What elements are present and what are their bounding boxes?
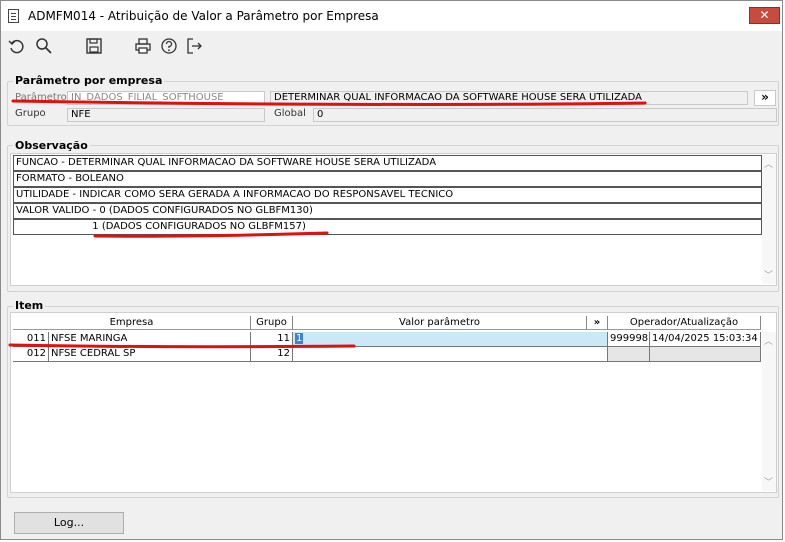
close-button[interactable]: ✕ <box>749 7 780 24</box>
descricao-field: DETERMINAR QUAL INFORMACAO DA SOFTWARE H… <box>270 91 748 105</box>
observacao-line: FORMATO - BOLEANO <box>13 171 762 187</box>
table-cell-empresa[interactable]: NFSE CEDRAL SP <box>49 347 251 362</box>
log-button[interactable]: Log... <box>14 512 124 534</box>
document-icon <box>8 9 19 23</box>
table-cell-empresa[interactable]: NFSE MARINGA <box>49 332 251 347</box>
scroll-up-icon[interactable]: ︿ <box>764 157 773 170</box>
undo-icon[interactable] <box>6 35 28 57</box>
item-scrollbar[interactable]: ︿ ﹀ <box>762 332 776 491</box>
table-cell-operador: 999998 <box>608 332 650 347</box>
toolbar <box>1 31 782 63</box>
valor-input-selected-text[interactable]: 1 <box>295 333 304 344</box>
item-grid: Empresa Grupo Valor parâmetro » Operador… <box>10 312 777 493</box>
column-header-operador[interactable]: Operador/Atualização <box>608 316 761 330</box>
table-cell-valor[interactable] <box>293 347 608 362</box>
window-title: ADMFM014 - Atribuição de Valor a Parâmet… <box>28 9 379 23</box>
table-cell-valor[interactable]: 1 <box>293 332 608 347</box>
global-field: 0 <box>313 108 777 122</box>
table-cell-grupo[interactable]: 12 <box>251 347 293 362</box>
item-group-label: Item <box>13 299 46 312</box>
column-header-valor[interactable]: Valor parâmetro <box>293 316 587 330</box>
global-label: Global <box>274 108 306 119</box>
scroll-up-icon[interactable]: ︿ <box>764 334 773 347</box>
main-window: ADMFM014 - Atribuição de Valor a Parâmet… <box>0 0 783 540</box>
observacao-line: VALOR VALIDO - 0 (DADOS CONFIGURADOS NO … <box>13 203 762 219</box>
table-cell-atualizacao: 14/04/2025 15:03:34 <box>650 332 761 347</box>
save-icon[interactable] <box>83 35 105 57</box>
table-cell-code[interactable]: 012 <box>13 347 49 362</box>
observacao-scrollbar[interactable]: ︿ ﹀ <box>762 155 776 284</box>
parametro-field[interactable]: IN_DADOS_FILIAL_SOFTHOUSE <box>67 91 265 105</box>
table-cell-grupo[interactable]: 11 <box>251 332 293 347</box>
parametro-group-label: Parâmetro por empresa <box>13 74 165 87</box>
table-cell-code[interactable]: 011 <box>13 332 49 347</box>
scroll-down-icon[interactable]: ﹀ <box>764 475 773 488</box>
observacao-text-area[interactable]: FUNCAO - DETERMINAR QUAL INFORMACAO DA S… <box>10 153 777 286</box>
print-icon[interactable] <box>132 35 154 57</box>
search-icon[interactable] <box>33 35 55 57</box>
observacao-line: FUNCAO - DETERMINAR QUAL INFORMACAO DA S… <box>13 155 762 171</box>
help-icon[interactable] <box>158 35 180 57</box>
table-cell-operador <box>608 347 650 362</box>
expand-parametro-button[interactable]: » <box>754 90 776 106</box>
column-header-empresa[interactable]: Empresa <box>13 316 251 330</box>
table-cell-atualizacao <box>650 347 761 362</box>
column-header-grupo[interactable]: Grupo <box>251 316 293 330</box>
grupo-label: Grupo <box>15 108 46 119</box>
observacao-line: 1 (DADOS CONFIGURADOS NO GLBFM157) <box>13 219 762 235</box>
scroll-down-icon[interactable]: ﹀ <box>764 268 773 281</box>
parametro-label: Parâmetro <box>15 92 67 103</box>
title-bar: ADMFM014 - Atribuição de Valor a Parâmet… <box>1 1 782 31</box>
observacao-group-label: Observação <box>13 139 90 152</box>
observacao-line: UTILIDADE - INDICAR COMO SERA GERADA A I… <box>13 187 762 203</box>
exit-icon[interactable] <box>183 35 205 57</box>
expand-valor-button[interactable]: » <box>587 316 608 330</box>
grupo-field: NFE <box>67 108 265 122</box>
